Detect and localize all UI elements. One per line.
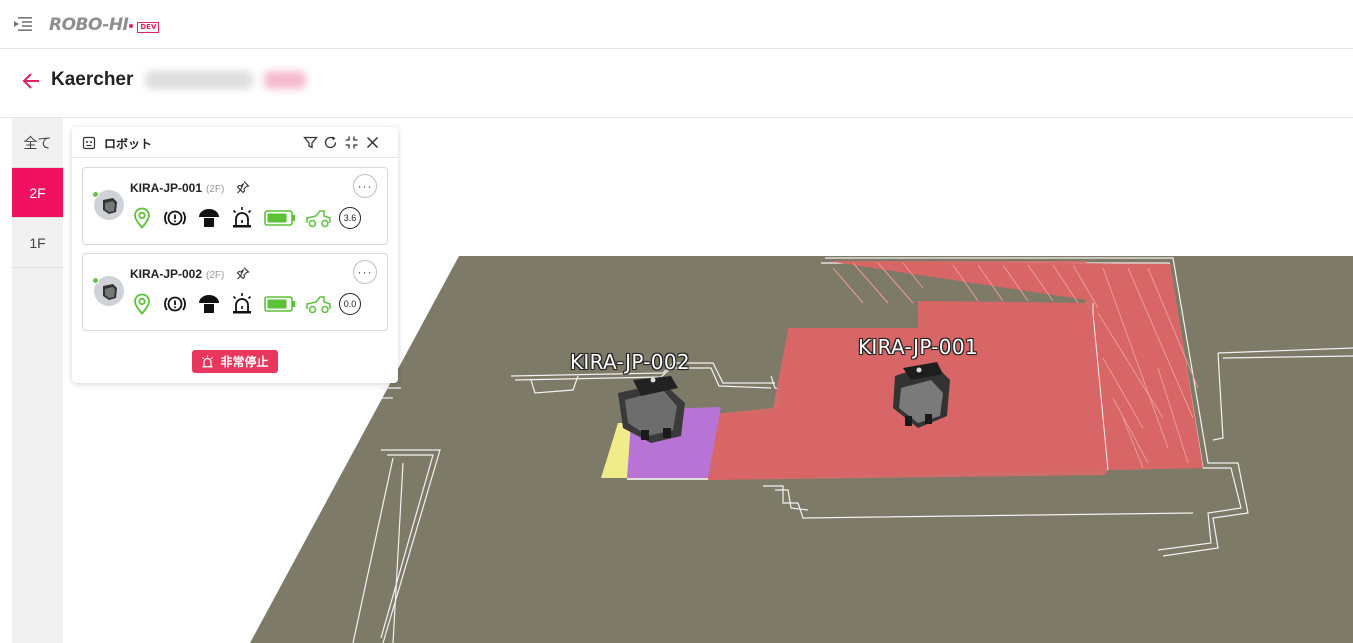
emergency-stop-label: 非常停止 [220,355,269,369]
robot-panel: ロボット KIRA-JP-001 (2F) ··· 3.6 KIRA-JP-00… [72,127,398,383]
speed-indicator: 3.6 [339,207,361,229]
location-icon [134,293,150,315]
logo-dot [129,24,134,28]
vehicle-icon [306,210,331,228]
filter-icon[interactable] [303,135,318,150]
close-icon[interactable] [365,135,380,150]
alarm-light-icon [232,293,252,314]
menu-icon[interactable] [13,15,33,33]
robot-name: KIRA-JP-002 (2F) [130,267,225,281]
brake-icon [164,210,186,226]
refresh-icon[interactable] [323,135,338,150]
speed-indicator: 0.0 [339,293,361,315]
pin-icon[interactable] [236,266,250,280]
battery-icon [264,296,295,312]
page-header: Kaercher [0,50,1353,118]
floor-tab-all[interactable]: 全て [12,118,63,168]
vehicle-icon [306,296,331,314]
robot-card-1[interactable]: KIRA-JP-001 (2F) ··· 3.6 [82,167,388,245]
brake-icon [164,296,186,312]
robot-panel-icon [82,136,96,150]
env-badge: DEV [137,21,160,33]
floor-tabs: 全て 2F 1F [12,118,63,643]
top-bar: ROBO-HI DEV [0,0,1353,49]
online-status-dot [92,277,99,284]
alarm-light-icon [232,207,252,228]
floor-tab-1f[interactable]: 1F [12,218,63,268]
robot-floor: (2F) [206,184,225,195]
more-options-button[interactable]: ··· [353,260,377,284]
page-title: Kaercher [51,69,134,90]
map-label-robot-1: KIRA-JP-001 [858,335,978,359]
collapse-icon[interactable] [344,135,359,150]
more-options-button[interactable]: ··· [353,174,377,198]
pin-icon[interactable] [236,180,250,194]
redacted-badge [264,71,306,89]
battery-icon [264,210,295,226]
cleaning-brush-icon [199,209,219,227]
emergency-stop-button[interactable]: 非常停止 [192,350,278,373]
robot-card-2[interactable]: KIRA-JP-002 (2F) ··· 0.0 [82,253,388,331]
alarm-icon [202,355,214,368]
robot-panel-title: ロボット [104,137,153,151]
floor-tab-2f[interactable]: 2F [12,168,63,218]
app-logo[interactable]: ROBO-HI DEV [49,12,160,38]
robot-floor: (2F) [206,270,225,281]
back-arrow-icon[interactable] [20,70,42,92]
cleaning-brush-icon [199,295,219,313]
redacted-building-name [145,71,253,89]
map-label-robot-2: KIRA-JP-002 [570,350,690,374]
robot-name: KIRA-JP-001 (2F) [130,181,225,195]
robot-panel-header: ロボット [72,127,398,158]
online-status-dot [92,191,99,198]
logo-text: ROBO-HI [49,15,129,35]
location-icon [134,207,150,229]
